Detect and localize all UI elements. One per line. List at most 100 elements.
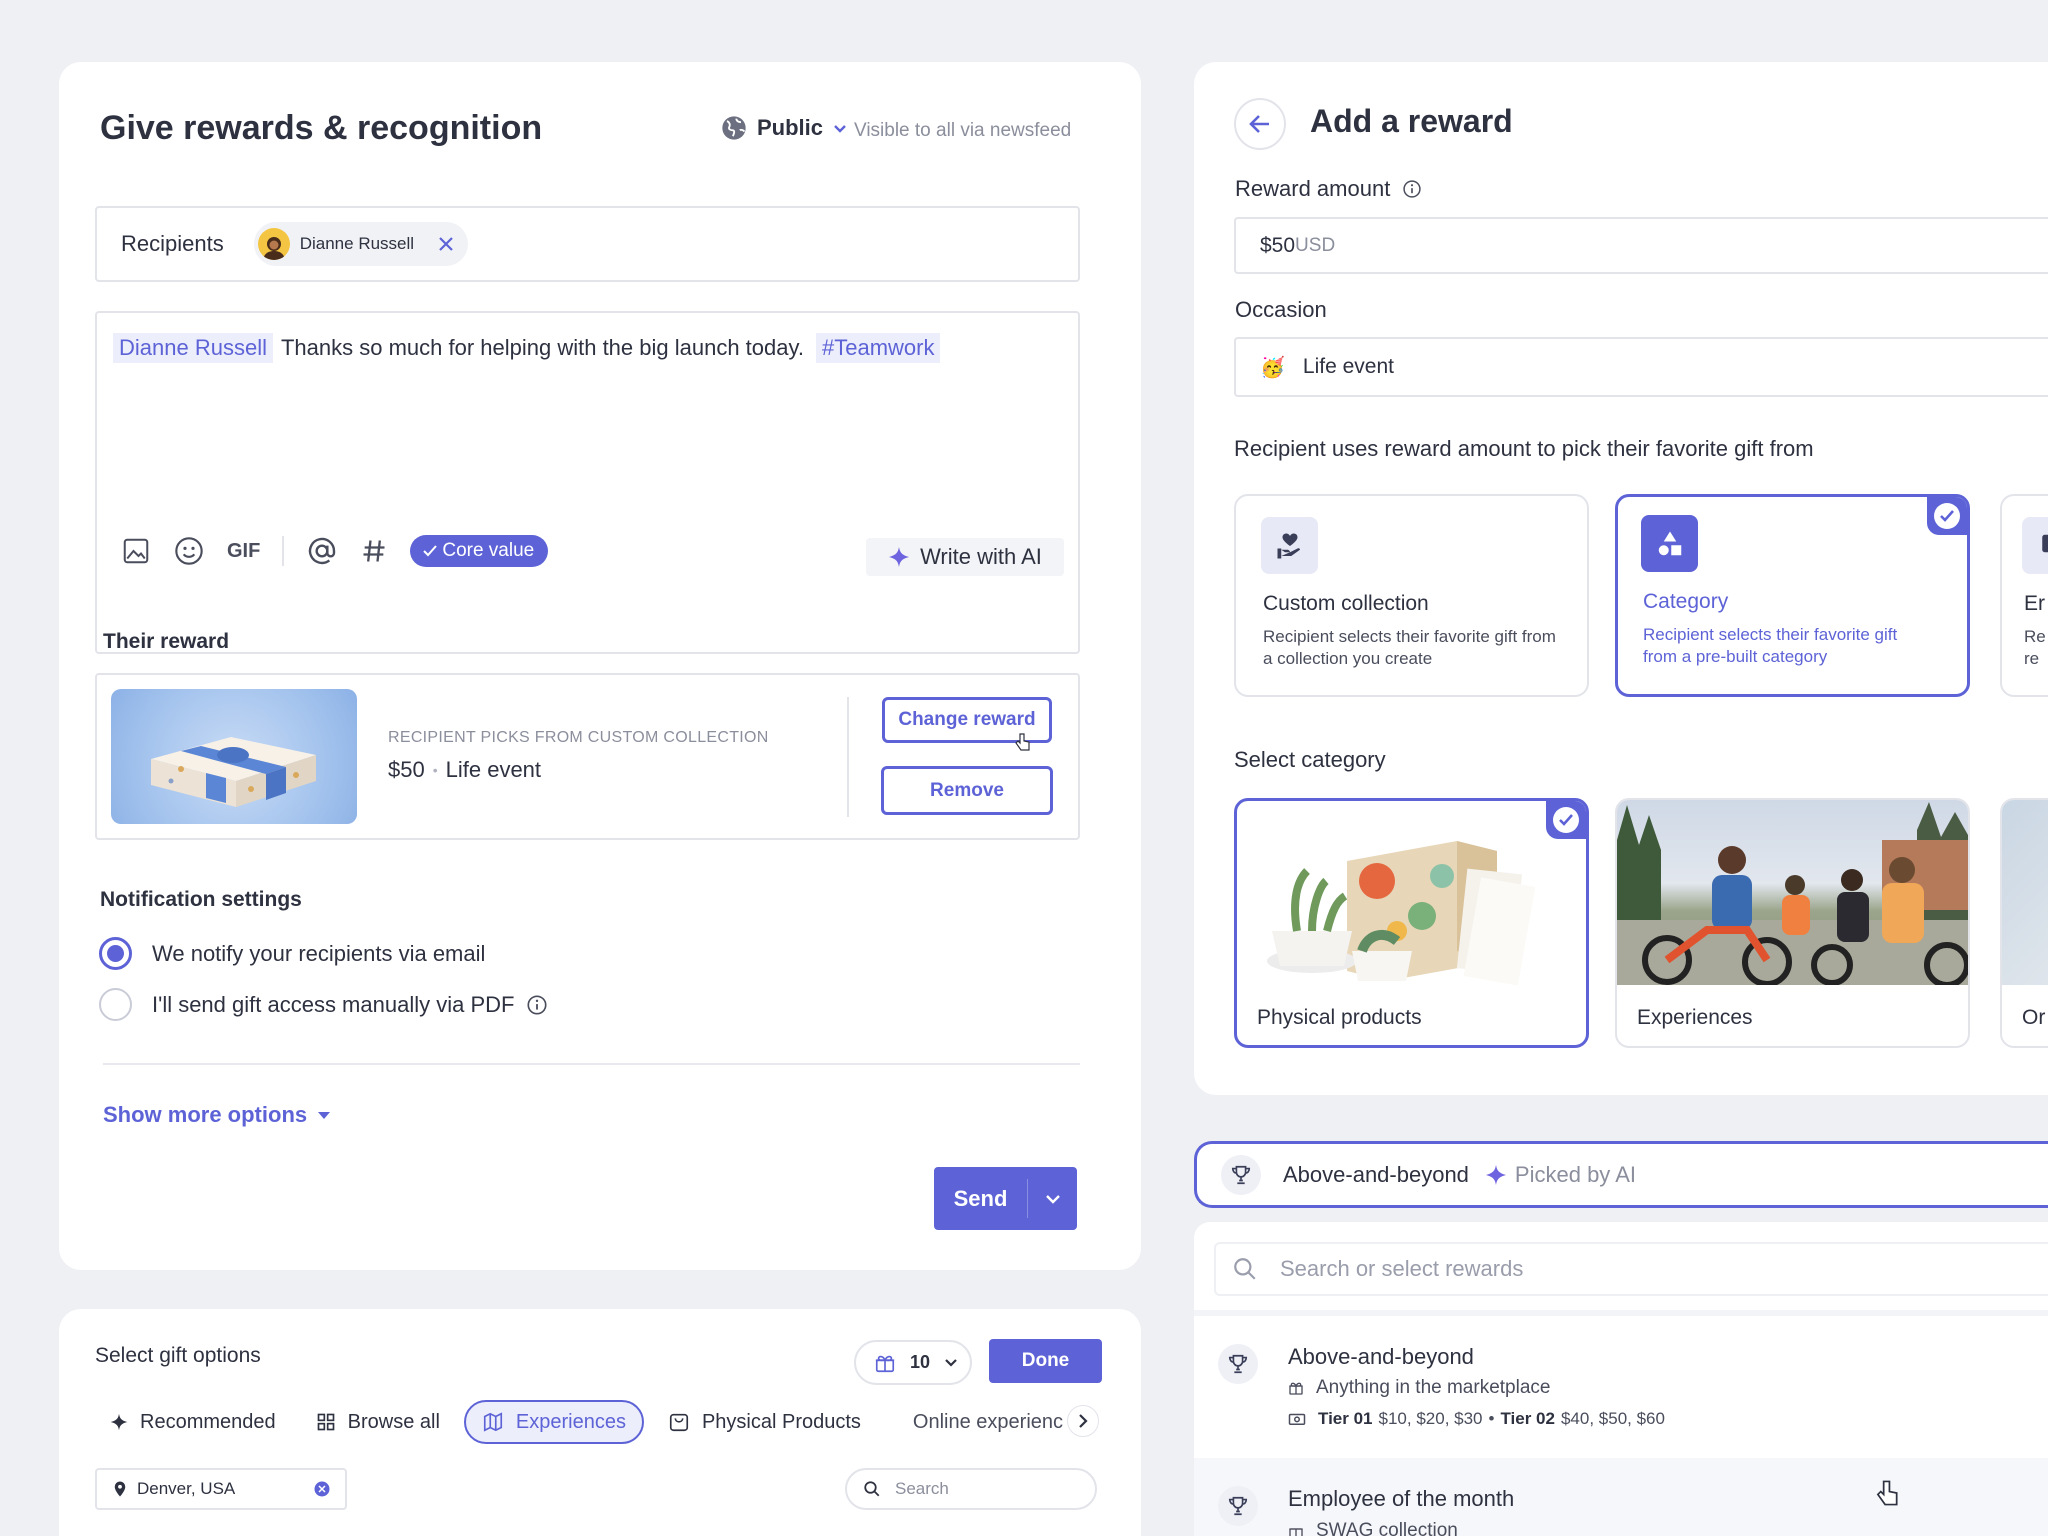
tabs-scroll-right-button[interactable]	[1067, 1405, 1099, 1437]
emoji-icon[interactable]	[173, 535, 205, 567]
core-value-chip[interactable]: Core value	[410, 535, 549, 567]
gift-type-custom-collection[interactable]: Custom collection Recipient selects thei…	[1234, 494, 1589, 697]
reward-amount-label: Reward amount	[1235, 176, 1391, 201]
send-button-group: Send	[934, 1167, 1077, 1230]
category-title: Physical products	[1257, 1006, 1422, 1029]
back-button[interactable]	[1234, 98, 1286, 150]
ticket-icon	[1288, 1413, 1306, 1425]
message-hashtag[interactable]: #Teamwork	[815, 333, 941, 363]
write-with-ai-label: Write with AI	[920, 544, 1042, 569]
their-reward-heading: Their reward	[103, 630, 230, 653]
tab-online-experiences-label: Online experienc	[912, 1410, 1064, 1433]
tab-physical-products-label: Physical Products	[701, 1410, 861, 1433]
category-third[interactable]: Or	[2000, 798, 2048, 1048]
gift-type-third[interactable]: Er Re re	[2000, 494, 2048, 697]
award-select[interactable]: Above-and-beyond Picked by AI	[1194, 1141, 2048, 1208]
trophy-icon	[1218, 1486, 1258, 1526]
send-button[interactable]: Send	[934, 1186, 1027, 1212]
award-subtitle-row: Anything in the marketplace	[1288, 1377, 1550, 1399]
hand-heart-icon	[1261, 517, 1318, 574]
visibility-label: Public	[757, 115, 824, 140]
location-pin-icon	[114, 1481, 126, 1497]
occasion-label: Occasion	[1235, 297, 1327, 322]
category-title: Or	[2022, 1006, 2046, 1029]
cursor-hand-icon	[1015, 733, 1031, 751]
tier2-values: $40, $50, $60	[1560, 1409, 1665, 1428]
grid-icon	[317, 1413, 334, 1431]
recipient-chip: Dianne Russell	[253, 222, 469, 266]
select-category-label: Select category	[1234, 747, 1386, 772]
award-search-placeholder: Search or select rewards	[1280, 1256, 1524, 1281]
notify-email-option[interactable]: We notify your recipients via email	[99, 937, 485, 970]
occasion-value: Life event	[1302, 355, 1394, 378]
location-filter[interactable]: Denver, USA	[95, 1468, 347, 1510]
selected-check	[1927, 497, 1967, 535]
gift-search-input[interactable]: Search	[845, 1468, 1097, 1510]
remove-reward-button[interactable]: Remove	[881, 766, 1053, 815]
category-title: Experiences	[1637, 1006, 1753, 1029]
info-icon[interactable]	[1402, 179, 1422, 199]
award-title: Above-and-beyond	[1288, 1344, 1474, 1369]
reward-amount-input[interactable]: $50 USD	[1234, 217, 2048, 274]
gift-type-desc: Recipient selects their favorite gift fr…	[1263, 627, 1556, 668]
hashtag-icon[interactable]	[360, 537, 388, 565]
recipients-field[interactable]: Recipients Dianne Russell	[95, 206, 1080, 282]
globe-icon	[720, 114, 748, 142]
message-mention[interactable]: Dianne Russell	[113, 333, 273, 363]
notify-pdf-option[interactable]: I'll send gift access manually via PDF	[99, 988, 548, 1021]
info-icon[interactable]	[526, 994, 548, 1016]
gift-type-category[interactable]: Category Recipient selects their favorit…	[1615, 494, 1970, 697]
notify-email-label: We notify your recipients via email	[152, 940, 486, 966]
gift-from-label: Recipient uses reward amount to pick the…	[1234, 436, 1814, 461]
tab-online-experiences[interactable]: Online experienc	[885, 1400, 1075, 1444]
section-divider	[103, 1063, 1080, 1065]
check-icon	[1940, 510, 1954, 522]
occasion-select[interactable]: 🥳 Life event	[1234, 337, 2048, 397]
list-item[interactable]: Employee of the month SWAG collection	[1194, 1458, 2048, 1536]
list-item[interactable]: Above-and-beyond Anything in the marketp…	[1194, 1316, 2048, 1452]
tab-experiences-label: Experiences	[515, 1410, 626, 1433]
shapes-icon	[1641, 515, 1698, 572]
tab-experiences[interactable]: Experiences	[463, 1400, 644, 1444]
award-search-input[interactable]: Search or select rewards	[1214, 1242, 2048, 1296]
visibility-note: Visible to all via newsfeed	[854, 120, 1072, 141]
notification-settings-heading: Notification settings	[100, 888, 302, 911]
notify-email-radio[interactable]	[99, 937, 132, 970]
gift-count-dropdown[interactable]: 10	[854, 1340, 972, 1385]
search-icon	[1234, 1258, 1256, 1280]
send-options-button[interactable]	[1028, 1193, 1077, 1205]
gift-type-title: Custom collection	[1263, 592, 1429, 615]
recipients-label: Recipients	[121, 231, 224, 256]
tab-physical-products[interactable]: Physical Products	[652, 1400, 877, 1444]
trophy-icon	[1221, 1154, 1261, 1195]
gif-button[interactable]: GIF	[227, 540, 260, 563]
show-more-options-link[interactable]: Show more options	[103, 1102, 331, 1128]
caret-down-icon	[317, 1110, 331, 1120]
message-editor[interactable]: Dianne Russell Thanks so much for helpin…	[95, 311, 1080, 654]
visibility-dropdown[interactable]: Public	[720, 114, 848, 142]
category-physical-products[interactable]: Physical products	[1234, 798, 1589, 1048]
write-with-ai-button[interactable]: Write with AI	[866, 538, 1064, 576]
gift-search-placeholder: Search	[895, 1479, 949, 1498]
clear-location-icon[interactable]	[313, 1480, 331, 1498]
reward-occasion: Life event	[445, 757, 542, 782]
remove-recipient-icon[interactable]	[438, 236, 454, 252]
category-experiences[interactable]: Experiences	[1615, 798, 1970, 1048]
toolbar-divider	[282, 536, 285, 566]
done-button[interactable]: Done	[989, 1339, 1102, 1383]
tier1-label: Tier 01	[1318, 1409, 1373, 1428]
mention-icon[interactable]	[306, 535, 338, 567]
gift-icon	[874, 1352, 896, 1374]
message-text: Thanks so much for helping with the big …	[280, 335, 804, 360]
tab-browse-all[interactable]: Browse all	[300, 1400, 456, 1444]
tab-recommended[interactable]: Recommended	[94, 1400, 292, 1444]
experiences-image	[1617, 800, 1968, 985]
image-icon[interactable]	[121, 536, 151, 566]
notify-pdf-label: I'll send gift access manually via PDF	[152, 991, 515, 1017]
reward-amount-currency: USD	[1295, 234, 1336, 256]
reward-summary-card: RECIPIENT PICKS FROM CUSTOM COLLECTION $…	[95, 673, 1080, 840]
physical-products-image	[1257, 821, 1567, 991]
location-value: Denver, USA	[137, 1479, 236, 1498]
ai-badge: Picked by AI	[1514, 1161, 1636, 1187]
notify-pdf-radio[interactable]	[99, 988, 132, 1021]
